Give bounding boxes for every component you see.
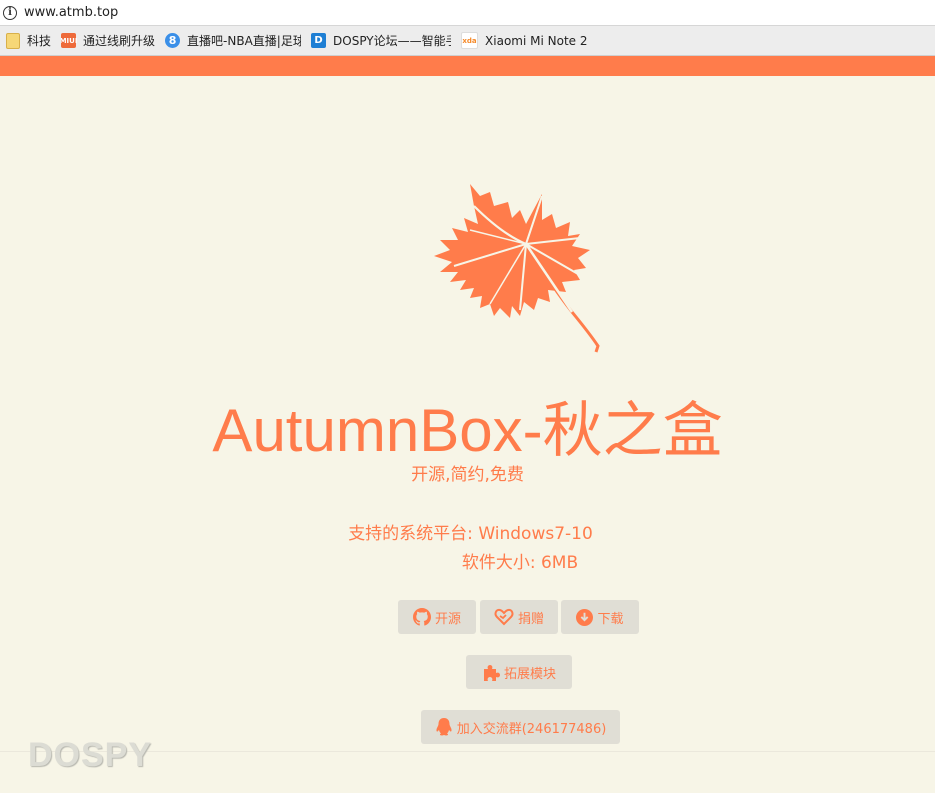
bookmark-label: DOSPY论坛——智能手 <box>333 34 452 48</box>
download-button[interactable]: 下载 <box>561 600 639 634</box>
site-info-icon[interactable]: i <box>3 5 17 20</box>
qq-icon <box>436 718 452 736</box>
donate-button[interactable]: 捐赠 <box>480 600 558 634</box>
join-group-button[interactable]: 加入交流群(246177486) <box>421 710 620 744</box>
dospy-icon: D <box>311 33 327 48</box>
main-content: AutumnBox-秋之盒 开源,简约,免费 支持的系统平台: Windows7… <box>0 76 935 793</box>
bookmark-item[interactable]: xda Xiaomi Mi Note 2 <box>461 32 587 49</box>
join-group-label: 加入交流群(246177486) <box>456 721 607 737</box>
platform-info: 支持的系统平台: Windows7-10 <box>348 524 593 544</box>
bookmark-label: 科技 <box>27 34 52 48</box>
open-source-button[interactable]: 开源 <box>398 600 476 634</box>
download-icon <box>576 608 594 626</box>
dospy-watermark: DOSPY <box>28 736 153 774</box>
download-label: 下载 <box>597 611 624 627</box>
bookmark-item[interactable]: MIUI 通过线刷升级 <box>61 32 155 49</box>
handshake-heart-icon <box>494 608 514 626</box>
puzzle-icon <box>483 665 500 681</box>
github-icon <box>412 608 431 626</box>
size-info: 软件大小: 6MB <box>461 553 579 573</box>
miui-icon: MIUI <box>61 33 77 48</box>
extensions-label: 拓展模块 <box>503 666 556 682</box>
folder-icon <box>6 32 20 49</box>
bookmark-label: 直播吧-NBA直播|足球直 <box>187 34 302 48</box>
url-text[interactable]: www.atmb.top <box>24 5 118 20</box>
page-subtitle: 开源,简约,免费 <box>411 465 524 485</box>
xda-icon: xda <box>461 32 479 49</box>
bookmark-label: Xiaomi Mi Note 2 <box>485 33 588 48</box>
bookmark-item[interactable]: 科技 <box>6 32 51 49</box>
donate-label: 捐赠 <box>517 611 544 627</box>
top-accent-bar <box>0 56 935 76</box>
bookmark-item[interactable]: D DOSPY论坛——智能手 <box>311 32 451 49</box>
address-bar[interactable]: i www.atmb.top <box>0 0 935 26</box>
open-source-label: 开源 <box>434 611 461 627</box>
extensions-button[interactable]: 拓展模块 <box>466 655 572 689</box>
bookmark-label: 通过线刷升级 <box>83 34 156 48</box>
page-title: AutumnBox-秋之盒 <box>212 397 723 464</box>
bookmarks-bar: 科技 MIUI 通过线刷升级 8 直播吧-NBA直播|足球直 D DOSPY论坛… <box>0 26 935 56</box>
bookmark-item[interactable]: 8 直播吧-NBA直播|足球直 <box>165 32 301 49</box>
zhibo8-icon: 8 <box>165 33 181 48</box>
